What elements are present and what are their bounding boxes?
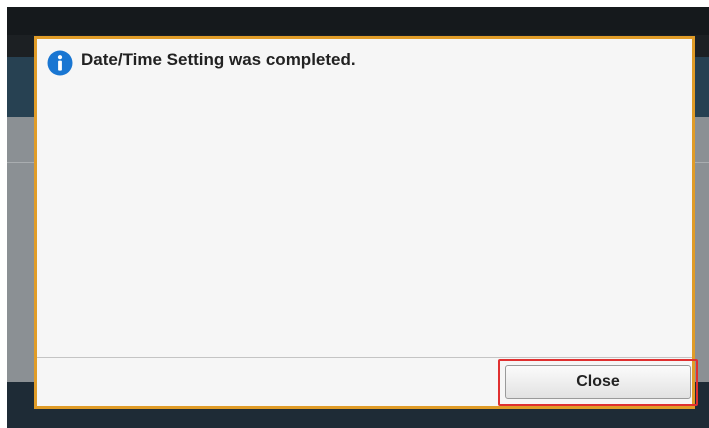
- dialog-header: Date/Time Setting was completed.: [47, 49, 356, 76]
- dialog-footer-divider: [37, 357, 692, 358]
- dialog-message: Date/Time Setting was completed.: [81, 50, 356, 69]
- info-dialog: Date/Time Setting was completed. Close: [34, 36, 698, 409]
- device-screen: Date/Time Setting was completed. Close: [7, 7, 709, 428]
- background-top-band: [7, 7, 709, 35]
- info-icon: [47, 50, 73, 76]
- close-button[interactable]: Close: [505, 365, 691, 399]
